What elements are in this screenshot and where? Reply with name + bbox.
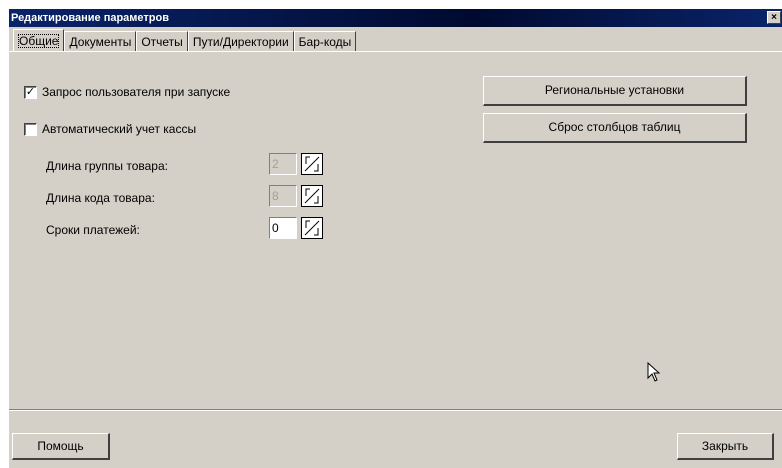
- close-button[interactable]: Закрыть: [677, 433, 774, 460]
- auto-cash-label: Автоматический учет кассы: [42, 122, 197, 136]
- reset-columns-button[interactable]: Сброс столбцов таблиц: [483, 113, 747, 143]
- group-length-input[interactable]: 2: [269, 153, 297, 175]
- close-window-button[interactable]: ×: [767, 11, 781, 24]
- checkmark-icon: ✓: [24, 85, 37, 99]
- regional-settings-button[interactable]: Региональные установки: [483, 76, 747, 106]
- tab-strip: Общие Документы Отчеты Пути/Директории Б…: [13, 29, 357, 51]
- product-code-length-spin-button[interactable]: [301, 185, 323, 207]
- payment-terms-input[interactable]: 0: [269, 217, 297, 239]
- payment-terms-label: Сроки платежей:: [46, 223, 140, 237]
- settings-dialog: Редактирование параметров × Общие Докуме…: [8, 8, 782, 468]
- tab-general[interactable]: Общие: [13, 29, 65, 51]
- product-code-length-label: Длина кода товара:: [46, 191, 155, 205]
- close-icon: ×: [771, 12, 777, 23]
- title-bar: Редактирование параметров ×: [9, 9, 782, 27]
- group-length-spin-button[interactable]: [301, 153, 323, 175]
- tab-paths[interactable]: Пути/Директории: [187, 31, 294, 51]
- prompt-user-label: Запрос пользователя при запуске: [42, 85, 231, 99]
- tab-reports[interactable]: Отчеты: [136, 31, 188, 51]
- checkbox-empty: [24, 122, 37, 136]
- footer-divider: [9, 409, 782, 411]
- window-title: Редактирование параметров: [11, 12, 169, 24]
- mouse-pointer-icon: [647, 362, 661, 382]
- auto-cash-checkbox[interactable]: Автоматический учет кассы: [24, 122, 196, 136]
- help-button[interactable]: Помощь: [12, 433, 110, 460]
- spin-arrows-icon: [304, 188, 320, 204]
- tab-documents[interactable]: Документы: [64, 31, 137, 51]
- spin-arrows-icon: [304, 220, 320, 236]
- prompt-user-checkbox[interactable]: ✓ Запрос пользователя при запуске: [24, 85, 230, 99]
- general-tab-panel: ✓ Запрос пользователя при запуске Автома…: [9, 51, 782, 409]
- spin-arrows-icon: [304, 156, 320, 172]
- group-length-label: Длина группы товара:: [46, 159, 168, 173]
- tab-barcodes[interactable]: Бар-коды: [293, 31, 357, 51]
- product-code-length-input[interactable]: 8: [269, 185, 297, 207]
- payment-terms-spin-button[interactable]: [301, 217, 323, 239]
